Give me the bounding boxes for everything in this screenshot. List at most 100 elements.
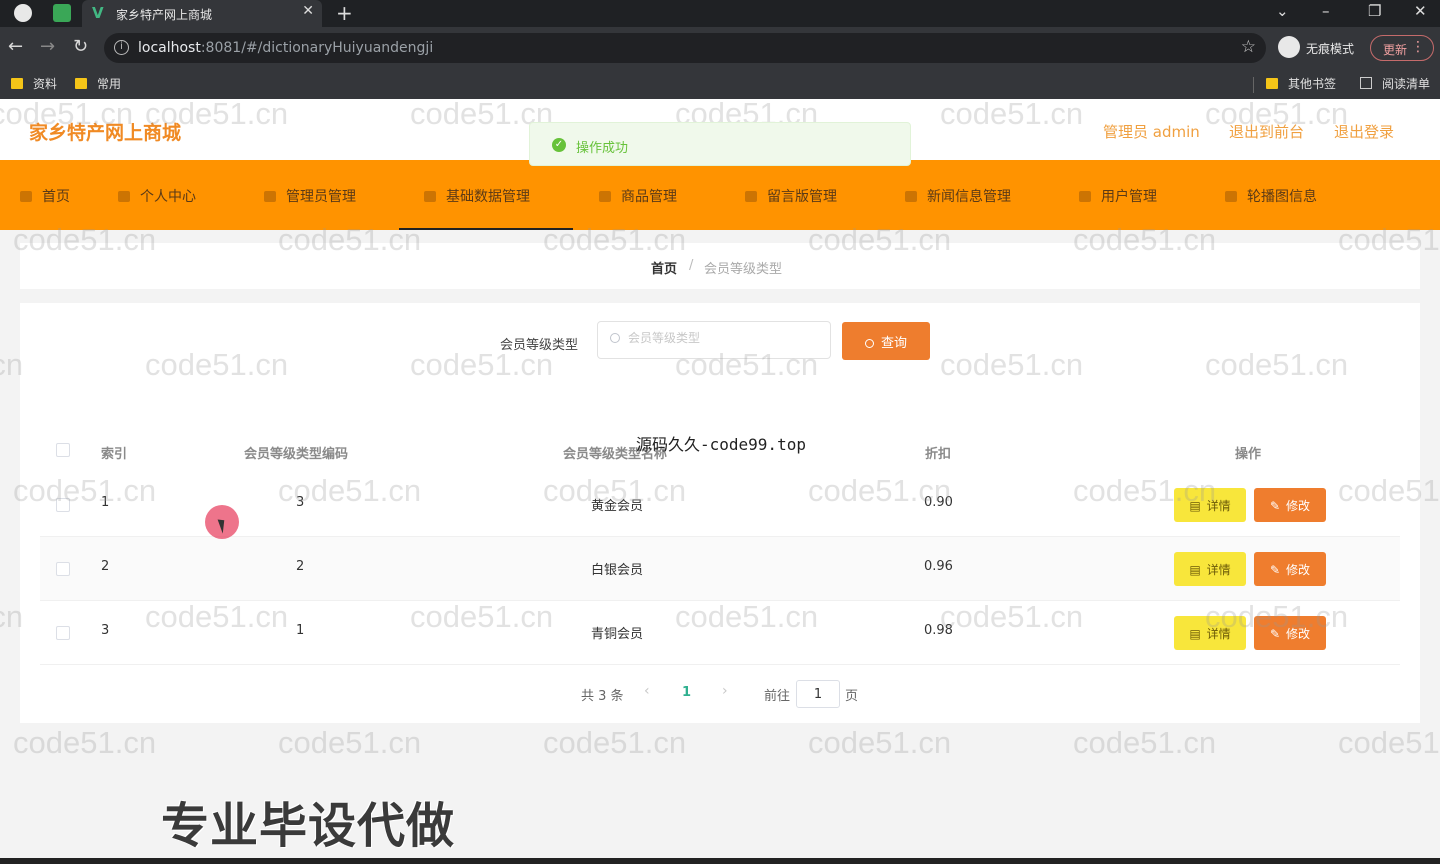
- url-text[interactable]: localhost:8081/#/dictionaryHuiyuandengji: [138, 40, 433, 56]
- column-header-discount: 折扣: [925, 447, 952, 462]
- restore-icon[interactable]: ❐: [1368, 2, 1381, 20]
- column-header-index: 索引: [101, 447, 128, 462]
- users-icon: [1079, 191, 1091, 202]
- message-icon: [745, 191, 757, 202]
- nav-item-home[interactable]: 首页: [20, 186, 70, 206]
- toast-message: 操作成功: [576, 141, 629, 156]
- address-bar[interactable]: i localhost:8081/#/dictionaryHuiyuandeng…: [104, 33, 1266, 63]
- search-icon: [864, 338, 874, 348]
- user-icon: [118, 191, 130, 202]
- cell-code: 3: [296, 495, 305, 510]
- cell-index: 3: [101, 623, 110, 638]
- bookmark-folder-ziliao[interactable]: 资料: [11, 75, 57, 92]
- back-arrow-icon[interactable]: ←: [8, 36, 23, 57]
- tab-search-icon[interactable]: [53, 4, 71, 22]
- pagination: 共 3 条 ‹ 1 › 前往 页: [20, 680, 1420, 708]
- minimize-icon[interactable]: –: [1322, 2, 1330, 20]
- carousel-icon: [1225, 191, 1237, 202]
- prev-page-icon[interactable]: ‹: [644, 683, 650, 699]
- success-toast: ✓ 操作成功: [529, 122, 911, 166]
- column-header-code: 会员等级类型编码: [244, 447, 349, 462]
- detail-button[interactable]: ▤ 详情: [1174, 616, 1246, 650]
- news-icon: [905, 191, 917, 202]
- row-checkbox[interactable]: [56, 626, 70, 640]
- search-label: 会员等级类型: [500, 338, 579, 353]
- edit-button[interactable]: ✎ 修改: [1254, 552, 1326, 586]
- table-row: 1 3 黄金会员 0.90 ▤ 详情 ✎ 修改: [40, 473, 1400, 537]
- search-icon: [610, 333, 620, 343]
- site-info-icon[interactable]: i: [114, 40, 129, 55]
- data-icon: [424, 191, 436, 202]
- breadcrumb: 首页 / 会员等级类型: [20, 243, 1420, 289]
- bookmark-other[interactable]: 其他书签: [1266, 75, 1336, 92]
- breadcrumb-separator: /: [689, 258, 694, 273]
- browser-toolbar: ← → ↻ i localhost:8081/#/dictionaryHuiyu…: [0, 27, 1440, 69]
- tab-list-chevron-icon[interactable]: ⌄: [1276, 2, 1289, 20]
- nav-item-basic-data[interactable]: 基础数据管理: [424, 186, 530, 206]
- goto-page-input[interactable]: [796, 680, 840, 708]
- reading-list-icon: [1360, 77, 1372, 89]
- breadcrumb-home[interactable]: 首页: [651, 258, 677, 277]
- bookmarks-bar: 资料 常用 其他书签 阅读清单: [0, 69, 1440, 99]
- check-circle-icon: ✓: [552, 138, 566, 152]
- breadcrumb-current: 会员等级类型: [704, 262, 783, 277]
- cell-name: 青铜会员: [591, 627, 644, 642]
- edit-icon: ✎: [1269, 498, 1281, 513]
- goto-label: 前往: [764, 689, 791, 704]
- nav-item-users[interactable]: 用户管理: [1079, 186, 1157, 206]
- logout-link[interactable]: 退出登录: [1334, 121, 1394, 142]
- row-checkbox[interactable]: [56, 498, 70, 512]
- bookmark-star-icon[interactable]: ☆: [1241, 37, 1256, 57]
- nav-item-carousel[interactable]: 轮播图信息: [1225, 186, 1317, 206]
- browser-menu-icon[interactable]: [14, 4, 32, 22]
- detail-button[interactable]: ▤ 详情: [1174, 552, 1246, 586]
- nav-item-admins[interactable]: 管理员管理: [264, 186, 356, 206]
- promo-overlay-text: 专业毕设代做: [161, 798, 456, 854]
- query-button[interactable]: 查询: [842, 322, 930, 360]
- search-field[interactable]: [597, 321, 831, 359]
- next-page-icon[interactable]: ›: [722, 683, 728, 699]
- home-icon: [20, 191, 32, 202]
- search-input[interactable]: [628, 331, 818, 345]
- admin-icon: [264, 191, 276, 202]
- watermark: code51.cn: [808, 725, 952, 760]
- reading-list[interactable]: 阅读清单: [1360, 75, 1430, 92]
- back-to-front-link[interactable]: 退出到前台: [1229, 121, 1304, 142]
- edit-button[interactable]: ✎ 修改: [1254, 616, 1326, 650]
- cell-code: 1: [296, 623, 305, 638]
- cell-index: 1: [101, 495, 110, 510]
- cell-name: 黄金会员: [591, 499, 644, 514]
- update-button[interactable]: 更新 ⋮: [1370, 35, 1434, 61]
- select-all-checkbox[interactable]: [56, 443, 70, 457]
- edit-icon: ✎: [1269, 562, 1281, 577]
- cell-discount: 0.90: [924, 495, 953, 510]
- nav-item-messages[interactable]: 留言版管理: [745, 186, 837, 206]
- tab-title: 家乡特产网上商城: [116, 8, 213, 22]
- row-checkbox[interactable]: [56, 562, 70, 576]
- main-nav: 首页 个人中心 管理员管理 基础数据管理 商品管理 留言版管理 新闻信息管理 用…: [0, 160, 1440, 230]
- incognito-label: 无痕模式: [1306, 42, 1355, 56]
- forward-arrow-icon[interactable]: →: [40, 36, 55, 57]
- overlay-source-text: 源码久久-code99.top: [636, 435, 806, 454]
- nav-item-goods[interactable]: 商品管理: [599, 186, 677, 206]
- more-menu-icon[interactable]: ⋮: [1411, 39, 1425, 55]
- bottom-edge: [0, 858, 1440, 864]
- page-number-current[interactable]: 1: [682, 685, 691, 700]
- detail-button[interactable]: ▤ 详情: [1174, 488, 1246, 522]
- nav-item-news[interactable]: 新闻信息管理: [905, 186, 1011, 206]
- bookmark-folder-changyong[interactable]: 常用: [75, 75, 121, 92]
- close-window-icon[interactable]: ✕: [1414, 2, 1427, 20]
- browser-tab-strip: V 家乡特产网上商城 ✕ + ⌄ – ❐ ✕: [0, 0, 1440, 27]
- column-header-actions: 操作: [1235, 447, 1262, 462]
- edit-button[interactable]: ✎ 修改: [1254, 488, 1326, 522]
- close-tab-icon[interactable]: ✕: [302, 3, 314, 19]
- pagination-total: 共 3 条: [581, 689, 624, 704]
- browser-tab[interactable]: V 家乡特产网上商城 ✕: [82, 0, 322, 27]
- vue-favicon-icon: V: [92, 4, 104, 22]
- reload-icon[interactable]: ↻: [73, 36, 88, 57]
- nav-item-profile[interactable]: 个人中心: [118, 186, 196, 206]
- document-icon: ▤: [1189, 626, 1201, 641]
- watermark: code51.cn: [1338, 725, 1440, 760]
- site-title: 家乡特产网上商城: [29, 122, 182, 144]
- new-tab-icon[interactable]: +: [336, 1, 353, 25]
